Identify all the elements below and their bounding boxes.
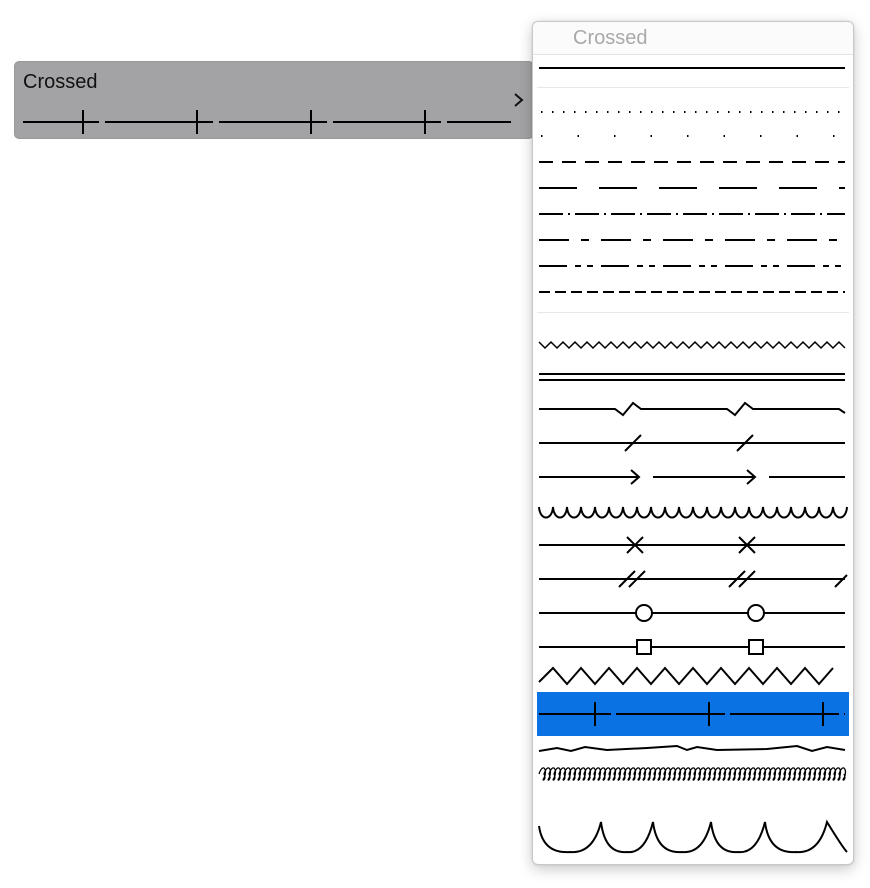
crossed-line-preview [23, 110, 511, 134]
break-line-swatch [539, 401, 846, 417]
coil-line-swatch [538, 767, 847, 781]
stage: Crossed Crossed [0, 0, 870, 888]
line-style-option-coil[interactable] [537, 762, 849, 786]
menu-separator [537, 312, 849, 313]
solid-line-swatch [539, 67, 845, 69]
line-style-option-wave[interactable] [537, 494, 849, 528]
x-marks-line-swatch [539, 536, 845, 554]
rough-line-swatch [538, 744, 846, 753]
line-style-option-circles[interactable] [537, 596, 849, 630]
line-style-option-scallop[interactable] [537, 812, 849, 862]
zigzag-small-line-swatch [538, 340, 846, 350]
line-style-option-zigzag-large[interactable] [537, 659, 849, 693]
line-style-option-dash-dot[interactable] [537, 201, 849, 227]
line-style-option-arrow[interactable] [537, 460, 849, 494]
line-style-option-zigzag-small[interactable] [537, 328, 849, 362]
scallop-line-swatch [538, 819, 848, 854]
wave-line-swatch [538, 506, 848, 519]
line-style-option-double[interactable] [537, 362, 849, 392]
line-style-option-dotted[interactable] [537, 101, 849, 123]
line-style-option-slash[interactable] [537, 426, 849, 460]
line-style-option-x-marks[interactable] [537, 528, 849, 562]
line-style-option-solid[interactable] [537, 55, 849, 81]
double-slash-line-swatch [539, 570, 848, 588]
zigzag-large-line-swatch [538, 666, 834, 686]
short-dashed-line-swatch [539, 291, 845, 293]
dashed-line-swatch [539, 161, 845, 163]
line-style-option-long-dashed[interactable] [537, 175, 849, 201]
dash-dot-dot-line-swatch [539, 265, 845, 267]
line-style-option-dash-dot-dot[interactable] [537, 253, 849, 279]
dash-dot-line-swatch [539, 213, 845, 215]
slash-line-swatch [539, 434, 845, 452]
line-style-option-rough[interactable] [537, 736, 849, 762]
line-style-option-break[interactable] [537, 392, 849, 426]
line-style-popup: Crossed [532, 21, 854, 865]
line-style-option-double-slash[interactable] [537, 562, 849, 596]
circles-line-swatch [539, 604, 845, 622]
line-style-option-sparse-dotted[interactable] [537, 123, 849, 149]
crossed-line-swatch [539, 702, 845, 726]
sparse-dotted-line-swatch [541, 135, 845, 137]
dotted-line-swatch [541, 111, 845, 113]
line-style-button[interactable]: Crossed [14, 61, 534, 139]
line-style-option-crossed[interactable] [537, 692, 849, 736]
menu-separator [537, 87, 849, 88]
line-style-list [533, 22, 853, 864]
chevron-right-icon [514, 93, 524, 107]
arrow-line-swatch [539, 469, 845, 485]
line-style-option-short-dashed[interactable] [537, 279, 849, 305]
dash-dot-long-line-swatch [539, 239, 845, 241]
line-style-option-dash-dot-long[interactable] [537, 227, 849, 253]
line-style-option-dashed[interactable] [537, 149, 849, 175]
long-dashed-line-swatch [539, 187, 845, 189]
double-line-swatch [539, 373, 845, 381]
line-style-label: Crossed [23, 71, 98, 93]
